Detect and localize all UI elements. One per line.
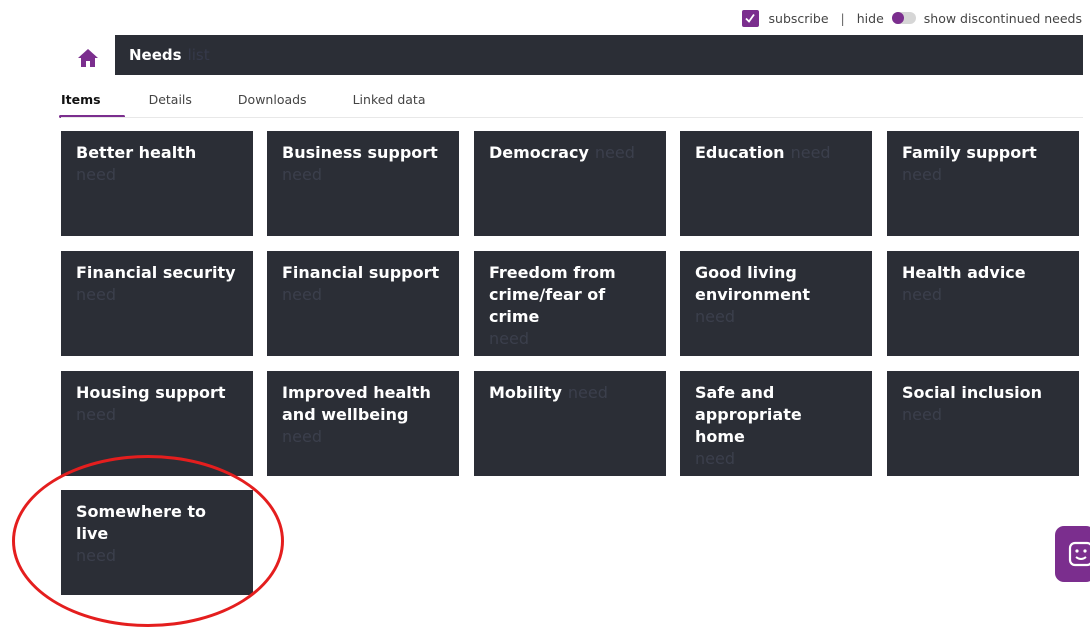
need-tile[interactable]: Family support need (887, 131, 1079, 236)
tab-items[interactable]: Items (59, 92, 125, 118)
home-icon[interactable] (76, 46, 100, 70)
tile-name: Health advice (902, 263, 1026, 282)
tile-type: need (282, 427, 322, 446)
tile-name: Family support (902, 143, 1037, 162)
page-title: Needs (129, 46, 182, 64)
tile-type: need (282, 285, 322, 304)
discontinued-label: show discontinued needs (923, 10, 1082, 26)
need-tile[interactable]: Business support need (267, 131, 459, 236)
tile-name: Financial support (282, 263, 440, 282)
tab-divider (61, 117, 1083, 118)
need-tile[interactable]: Democracy need (474, 131, 666, 236)
need-tile[interactable]: Good living environment need (680, 251, 872, 356)
discontinued-toggle[interactable] (891, 12, 916, 24)
tile-name: Better health (76, 143, 197, 162)
checkmark-icon (745, 13, 755, 23)
need-tile[interactable]: Mobility need (474, 371, 666, 476)
toggle-knob (891, 12, 904, 24)
tile-name: Education (695, 143, 785, 162)
tile-type: need (76, 405, 116, 424)
need-tile[interactable]: Somewhere to live need (61, 490, 253, 595)
need-tile[interactable]: Improved health and wellbeing need (267, 371, 459, 476)
tile-type: need (76, 285, 116, 304)
tile-type: need (489, 329, 529, 348)
tile-type: need (76, 546, 116, 565)
page-header: Needs list (115, 35, 1083, 75)
tile-name: Good living environment (695, 263, 810, 304)
tile-type: need (902, 165, 942, 184)
tile-type: need (567, 383, 608, 402)
hide-label: hide (856, 10, 884, 26)
tile-type: need (282, 165, 322, 184)
page-subtitle: list (187, 46, 210, 64)
need-tile[interactable]: Better health need (61, 131, 253, 236)
tile-type: need (695, 449, 735, 468)
need-tile[interactable]: Financial support need (267, 251, 459, 356)
tab-downloads[interactable]: Downloads (238, 92, 307, 118)
tile-type: need (76, 165, 116, 184)
need-tile[interactable]: Education need (680, 131, 872, 236)
need-tile[interactable]: Financial security need (61, 251, 253, 356)
tab-linked-data[interactable]: Linked data (353, 92, 426, 118)
tile-type: need (790, 143, 831, 162)
tile-name: Safe and appropriate home (695, 383, 802, 446)
need-tile[interactable]: Freedom from crime/fear of crime need (474, 251, 666, 356)
subscribe-label[interactable]: subscribe (769, 11, 829, 26)
tab-bar: Items Details Downloads Linked data (59, 92, 472, 118)
need-tile[interactable]: Health advice need (887, 251, 1079, 356)
tab-details[interactable]: Details (149, 92, 192, 118)
tile-name: Somewhere to live (76, 502, 207, 543)
chat-button[interactable] (1055, 526, 1090, 582)
tile-name: Business support (282, 143, 438, 162)
tile-name: Social inclusion (902, 383, 1042, 402)
tile-name: Housing support (76, 383, 226, 402)
tile-type: need (695, 307, 735, 326)
tile-type: need (902, 285, 942, 304)
tile-name: Freedom from crime/fear of crime (489, 263, 616, 326)
tile-type: need (594, 143, 635, 162)
top-options-bar: subscribe | hide show discontinued needs (741, 6, 1082, 30)
tile-name: Mobility (489, 383, 562, 402)
need-tile[interactable]: Safe and appropriate home need (680, 371, 872, 476)
tile-name: Democracy (489, 143, 589, 162)
subscribe-checkbox[interactable] (741, 9, 759, 27)
need-tile[interactable]: Social inclusion need (887, 371, 1079, 476)
tile-type: need (902, 405, 942, 424)
smiley-icon (1068, 541, 1090, 567)
tile-name: Financial security (76, 263, 236, 282)
topbar-separator: | (840, 10, 845, 26)
tile-name: Improved health and wellbeing (282, 383, 431, 424)
need-tile[interactable]: Housing support need (61, 371, 253, 476)
